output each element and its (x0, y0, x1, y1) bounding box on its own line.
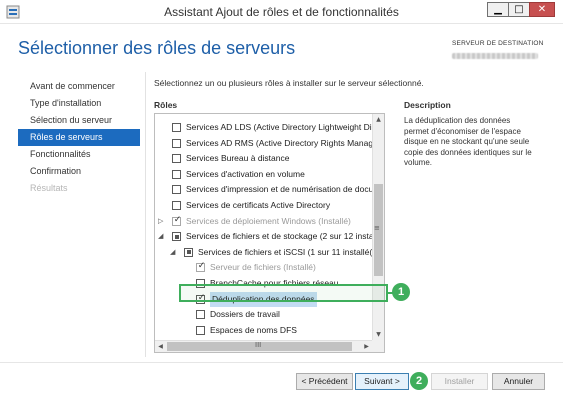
scroll-corner (372, 340, 384, 352)
nav-divider (145, 72, 146, 357)
title-bar: Assistant Ajout de rôles et de fonctionn… (0, 0, 563, 24)
page-title: Sélectionner des rôles de serveurs (18, 38, 296, 58)
window-title: Assistant Ajout de rôles et de fonctionn… (164, 5, 399, 19)
role-row[interactable]: Services d'activation en volume (155, 167, 371, 182)
role-label: Services d'activation en volume (186, 168, 305, 179)
nav-step-item[interactable]: Rôles de serveurs (18, 129, 140, 146)
role-row[interactable]: ◢ Services de fichiers et iSCSI (1 sur 11… (155, 245, 379, 260)
role-label: Services de fichiers et de stockage (2 s… (186, 231, 378, 242)
destination-server-label: SERVEUR DE DESTINATION (452, 40, 544, 47)
role-row[interactable]: Dossiers de travail (155, 307, 371, 322)
horizontal-scrollbar[interactable]: ◀ III ▶ (155, 340, 384, 352)
horizontal-grip-icon: III (255, 341, 262, 349)
role-label: Dossiers de travail (210, 309, 280, 320)
roles-tree[interactable]: Espaces de noms DFS Dossiers de travail ✓ D… (154, 113, 385, 353)
role-label: Services de fichiers et iSCSI (1 sur 11 … (198, 246, 380, 257)
nav-step-item: Résultats (30, 183, 68, 193)
partial-check-icon (174, 234, 179, 239)
maximize-button[interactable]: □ (508, 2, 530, 17)
role-row[interactable]: Services d'impression et de numérisation… (155, 182, 374, 197)
role-row[interactable]: ▷ ✓ Services de déploiement Windows (Insta… (155, 214, 371, 229)
vertical-grip-icon: ≡ (374, 224, 380, 232)
collapse-arrow-icon[interactable]: ◢ (170, 245, 175, 260)
description-text: La déduplication des données permet d'éc… (404, 116, 532, 167)
role-label: Services AD LDS (Active Directory Lightw… (186, 122, 380, 132)
role-checkbox[interactable] (172, 138, 181, 148)
minimize-button[interactable]: ▁ (487, 2, 509, 17)
role-label: Services d'impression et de numérisation… (186, 184, 374, 195)
role-row[interactable]: Services AD LDS (Active Directory Lightw… (155, 120, 379, 135)
previous-button[interactable]: < Précédent (296, 373, 353, 390)
scroll-up-icon[interactable]: ▲ (373, 114, 384, 125)
role-checkbox[interactable]: ✓ (196, 261, 206, 273)
roles-header: Rôles (154, 100, 178, 110)
checkmark-icon: ✓ (197, 261, 206, 272)
collapse-arrow-icon[interactable]: ◢ (158, 229, 163, 244)
cancel-button[interactable]: Annuler (492, 373, 545, 390)
role-row[interactable]: Services de certificats Active Directory (155, 198, 371, 213)
scroll-right-icon[interactable]: ▶ (361, 341, 372, 352)
footer-divider (0, 362, 563, 363)
role-label: Serveur de fichiers (Installé) (210, 262, 316, 273)
role-checkbox[interactable] (172, 154, 181, 164)
highlight-box-deduplication (179, 284, 388, 302)
scroll-left-icon[interactable]: ◀ (155, 341, 166, 352)
horizontal-scroll-thumb[interactable]: III (167, 341, 352, 351)
role-row[interactable]: Services AD RMS (Active Directory Rights… (155, 136, 378, 151)
description-header: Description (404, 100, 451, 110)
step-badge-1: 1 (392, 283, 410, 301)
instruction-text: Sélectionnez un ou plusieurs rôles à ins… (154, 78, 424, 88)
role-label: Services de déploiement Windows (Install… (186, 215, 351, 226)
role-checkbox[interactable] (172, 169, 181, 179)
role-checkbox[interactable]: ✓ (172, 214, 182, 226)
role-checkbox[interactable] (196, 325, 205, 335)
nav-step-item[interactable]: Avant de commencer (18, 78, 140, 95)
role-checkbox[interactable] (172, 123, 181, 132)
checkmark-icon: ✓ (173, 214, 182, 225)
nav-step-item[interactable]: Confirmation (18, 163, 140, 180)
role-checkbox[interactable] (172, 201, 181, 210)
role-row[interactable]: ✓ Serveur de fichiers (Installé) (155, 260, 371, 275)
wizard-steps-nav: Avant de commencer Type d'installation Sél… (18, 78, 140, 197)
vertical-scrollbar[interactable]: ▲ ≡ ▼ (372, 114, 384, 340)
scroll-down-icon[interactable]: ▼ (373, 329, 384, 340)
role-checkbox[interactable] (196, 310, 205, 320)
role-checkbox[interactable] (184, 247, 193, 257)
nav-step-item[interactable]: Type d'installation (18, 95, 140, 112)
role-label: Espaces de noms DFS (210, 324, 297, 335)
role-row[interactable]: Espaces de noms DFS (155, 323, 371, 338)
role-label: Services de certificats Active Directory (186, 200, 331, 210)
role-checkbox[interactable] (172, 232, 181, 242)
partial-check-icon (186, 250, 191, 255)
destination-server-value-blurred (452, 51, 538, 59)
role-row[interactable]: Services Bureau à distance (155, 151, 371, 166)
install-button[interactable]: Installer (431, 373, 488, 390)
nav-step-item[interactable]: Fonctionnalités (18, 146, 140, 163)
role-checkbox[interactable] (172, 185, 181, 195)
close-button[interactable]: ✕ (529, 2, 555, 17)
next-button[interactable]: Suivant > (355, 373, 409, 390)
step-badge-2: 2 (410, 372, 428, 390)
role-row[interactable]: ◢ Services de fichiers et de stockage (2 … (155, 229, 377, 244)
role-label: Services AD RMS (Active Directory Rights… (186, 137, 378, 148)
expand-arrow-icon[interactable]: ▷ (158, 214, 163, 229)
role-label: Services Bureau à distance (186, 153, 290, 164)
nav-step-item[interactable]: Sélection du serveur (18, 112, 140, 129)
